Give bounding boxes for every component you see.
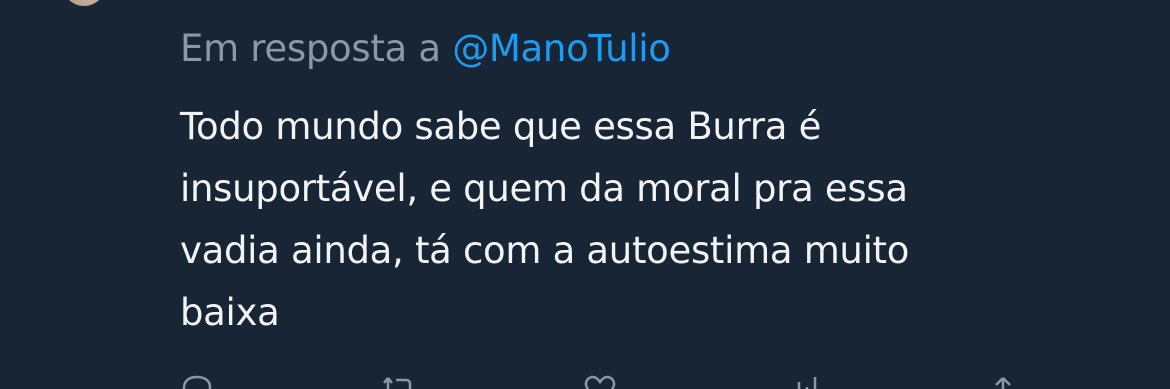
reply-icon[interactable] [180, 374, 214, 389]
tweet-text: Todo mundo sabe que essa Burra é insupor… [180, 96, 1130, 344]
tweet-card: Em resposta a @ManoTulio Todo mundo sabe… [0, 0, 1170, 389]
reply-handle-link[interactable]: @ManoTulio [452, 27, 671, 70]
like-icon[interactable] [583, 374, 617, 389]
tweet-text-line: baixa [180, 291, 280, 334]
tweet-text-line: Todo mundo sabe que essa Burra é [180, 105, 822, 148]
action-bar [180, 374, 1140, 389]
reply-prefix: Em resposta a [180, 27, 441, 70]
retweet-icon[interactable] [382, 374, 416, 389]
tweet-text-line: insuportável, e quem da moral pra essa [180, 167, 908, 210]
views-icon[interactable] [785, 374, 819, 389]
avatar[interactable] [58, 0, 110, 6]
tweet-text-line: vadia ainda, tá com a autoestima muito [180, 229, 910, 272]
share-icon[interactable] [986, 374, 1020, 389]
reply-context: Em resposta a @ManoTulio [180, 22, 671, 76]
